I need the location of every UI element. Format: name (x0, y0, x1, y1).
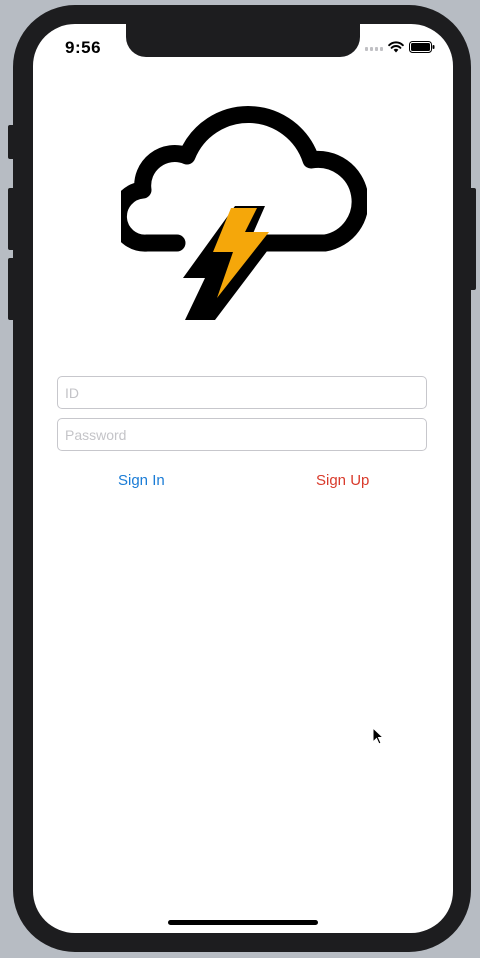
sign-in-button[interactable]: Sign In (118, 472, 165, 489)
mouse-pointer-icon (372, 727, 384, 745)
id-input[interactable] (57, 376, 427, 409)
status-time: 9:56 (65, 38, 102, 57)
thunderstorm-cloud-icon (121, 106, 367, 320)
sign-up-button[interactable]: Sign Up (316, 472, 369, 489)
home-indicator[interactable] (168, 920, 318, 925)
status-icons (365, 41, 435, 53)
app-screen: 9:56 Sign In Sign Up (33, 24, 453, 933)
password-input[interactable] (57, 418, 427, 451)
wifi-icon (388, 41, 404, 53)
cellular-signal-icon (365, 47, 383, 51)
battery-icon (409, 41, 435, 53)
notch (126, 24, 360, 57)
